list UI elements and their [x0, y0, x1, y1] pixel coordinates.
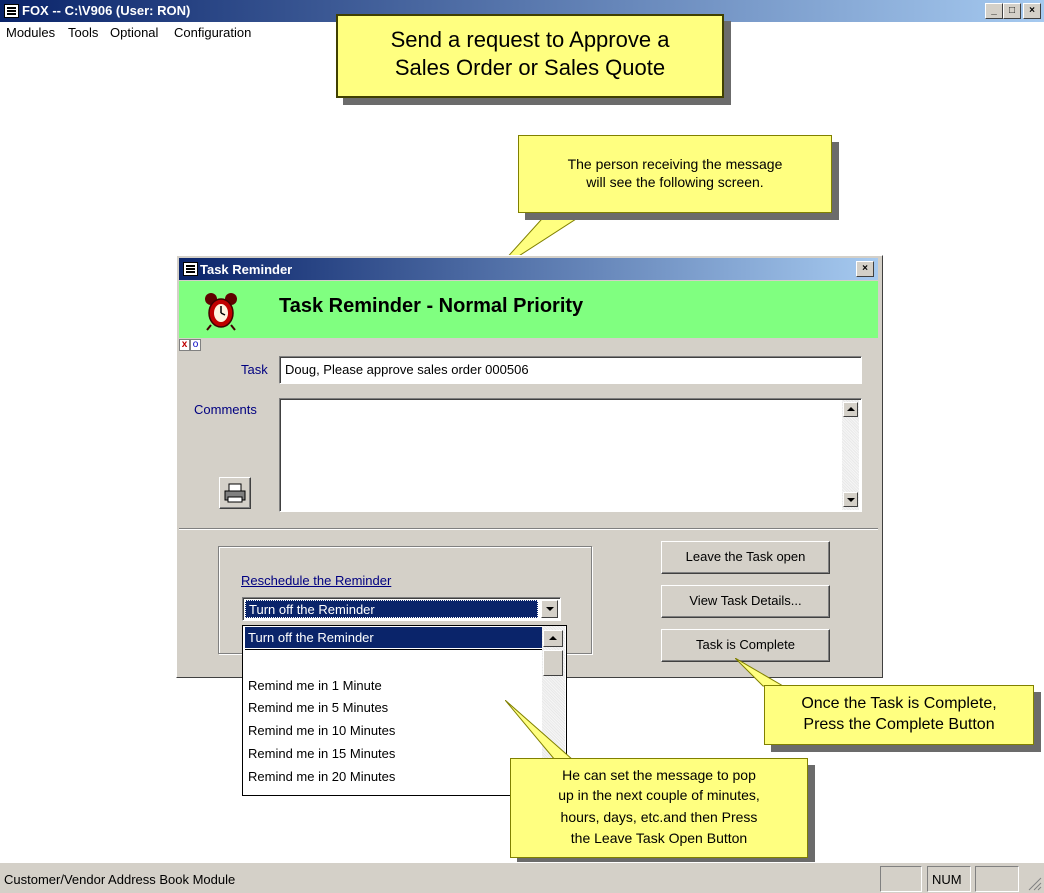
chevron-down-icon: [546, 607, 554, 611]
menu-tools[interactable]: Tools: [68, 25, 98, 40]
option-blank[interactable]: [245, 649, 542, 664]
menu-configuration[interactable]: Configuration: [174, 25, 251, 40]
print-button[interactable]: [219, 477, 251, 509]
resize-grip-icon[interactable]: [1026, 875, 1042, 891]
menu-modules[interactable]: Modules: [6, 25, 55, 40]
status-text: Customer/Vendor Address Book Module: [4, 872, 236, 887]
task-field[interactable]: Doug, Please approve sales order 000506: [279, 356, 862, 384]
maximize-button[interactable]: □: [1003, 3, 1021, 19]
scroll-up-arrow-icon: [549, 636, 557, 640]
callout-send-request-line2: Sales Order or Sales Quote: [394, 55, 666, 80]
option-15-minutes[interactable]: Remind me in 15 Minutes: [245, 743, 542, 765]
callout-popup-line4: the Leave Task Open Button: [570, 830, 748, 846]
reschedule-selected-value: Turn off the Reminder: [245, 600, 538, 618]
task-label: Task: [241, 362, 268, 377]
status-panel-num: NUM: [927, 866, 971, 892]
callout-popup-line1: He can set the message to pop: [562, 767, 756, 783]
callout-receiver-line1: The person receiving the message: [567, 156, 783, 172]
dialog-close-button[interactable]: ×: [856, 261, 874, 277]
option-turn-off[interactable]: Turn off the Reminder: [245, 627, 542, 648]
dialog-divider: [179, 528, 878, 530]
main-window-title: FOX -- C:\V906 (User: RON): [22, 3, 191, 18]
options-scroll-thumb[interactable]: [543, 650, 563, 676]
minimize-button[interactable]: _: [985, 3, 1003, 19]
option-1-minute[interactable]: Remind me in 1 Minute: [245, 675, 542, 697]
app-icon: [4, 4, 19, 18]
comments-label: Comments: [194, 402, 257, 417]
callout-complete-line2: Press the Complete Button: [803, 716, 995, 733]
reschedule-dropdown-button[interactable]: [541, 600, 558, 618]
callout-popup-line2: up in the next couple of minutes,: [558, 787, 760, 803]
dialog-title: Task Reminder: [200, 262, 293, 277]
comments-scroll-up-button[interactable]: [843, 402, 858, 417]
comments-field[interactable]: [279, 398, 862, 512]
task-reminder-dialog: Task Reminder × Task Reminder - Normal P…: [176, 255, 883, 678]
option-20-minutes[interactable]: Remind me in 20 Minutes: [245, 766, 542, 788]
comments-scroll-down-button[interactable]: [843, 492, 858, 507]
callout-receiver: The person receiving the message will se…: [518, 135, 832, 213]
status-panel-blank: [880, 866, 922, 892]
leave-task-open-label: Leave the Task open: [685, 549, 806, 564]
status-num: NUM: [932, 872, 962, 887]
dialog-header-band: Task Reminder - Normal Priority: [179, 281, 878, 338]
callout-send-request: Send a request to Approve a Sales Order …: [336, 14, 724, 98]
status-bar: Customer/Vendor Address Book Module NUM: [0, 862, 1044, 893]
menu-optional[interactable]: Optional: [110, 25, 158, 40]
callout-popup: He can set the message to pop up in the …: [510, 758, 808, 858]
leave-task-open-button[interactable]: Leave the Task open: [661, 541, 830, 574]
dialog-app-icon: [183, 262, 198, 276]
options-scroll-up-button[interactable]: [543, 630, 563, 647]
mini-open-button[interactable]: o: [190, 339, 201, 351]
comments-scrollbar[interactable]: [842, 400, 859, 510]
option-5-minutes[interactable]: Remind me in 5 Minutes: [245, 697, 542, 719]
mini-delete-button[interactable]: x: [179, 339, 190, 351]
scroll-up-arrow-icon: [847, 407, 855, 411]
view-task-details-button[interactable]: View Task Details...: [661, 585, 830, 618]
dialog-title-bar[interactable]: Task Reminder ×: [179, 258, 878, 280]
reschedule-dropdown[interactable]: Turn off the Reminder: [242, 597, 561, 621]
reschedule-label: Reschedule the Reminder: [241, 573, 392, 588]
callout-send-request-line1: Send a request to Approve a: [390, 27, 670, 52]
callout-popup-line3: hours, days, etc.and then Press: [560, 809, 758, 825]
callout-receiver-line2: will see the following screen.: [586, 174, 764, 190]
task-complete-label: Task is Complete: [696, 637, 795, 652]
callout-complete-line1: Once the Task is Complete,: [801, 695, 997, 712]
printer-icon: [224, 483, 246, 503]
view-task-details-label: View Task Details...: [689, 593, 802, 608]
alarm-clock-icon: [205, 293, 237, 331]
dialog-heading: Task Reminder - Normal Priority: [279, 295, 584, 317]
option-10-minutes[interactable]: Remind me in 10 Minutes: [245, 720, 542, 742]
close-button[interactable]: ×: [1023, 3, 1041, 19]
task-field-value: Doug, Please approve sales order 000506: [285, 362, 529, 377]
scroll-down-arrow-icon: [847, 498, 855, 502]
status-panel-empty: [975, 866, 1019, 892]
callout-complete: Once the Task is Complete, Press the Com…: [764, 685, 1034, 745]
